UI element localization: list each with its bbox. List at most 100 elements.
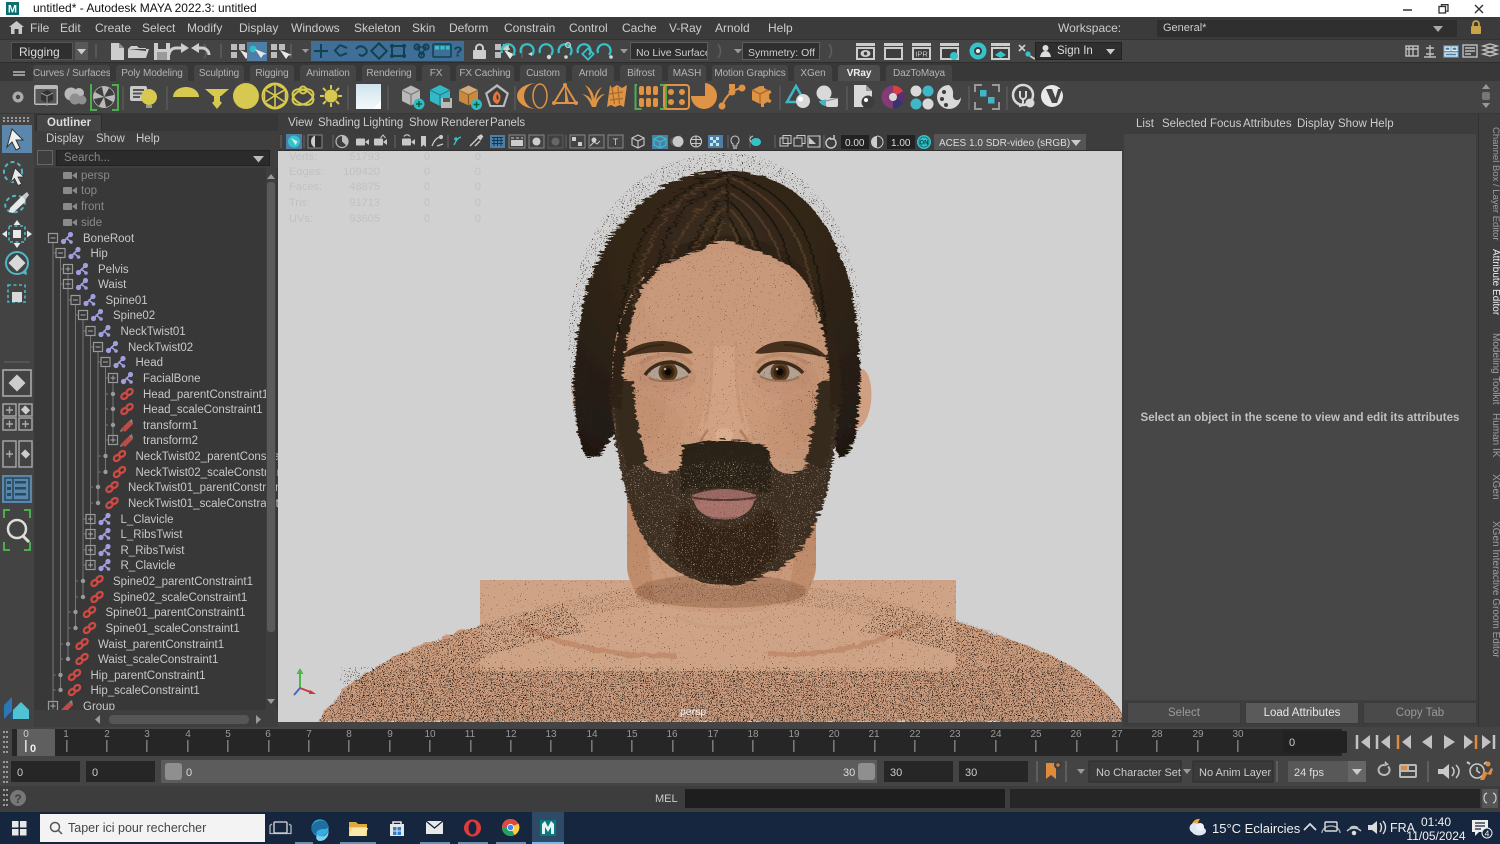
svg-text:26: 26 (1070, 729, 1082, 740)
svg-text:0: 0 (17, 767, 23, 779)
svg-text:24 fps: 24 fps (1294, 767, 1324, 779)
svg-text:IPR: IPR (915, 50, 928, 59)
svg-text:28: 28 (1151, 729, 1163, 740)
svg-text:Spine02: Spine02 (113, 310, 155, 322)
svg-text:0: 0 (92, 767, 98, 779)
svg-text:19: 19 (788, 729, 800, 740)
svg-text:109420: 109420 (343, 166, 380, 178)
svg-text:51793: 51793 (349, 151, 380, 163)
svg-text:15: 15 (626, 729, 638, 740)
svg-text:21: 21 (868, 729, 880, 740)
svg-text:Verts:: Verts: (289, 151, 317, 163)
svg-text:Pelvis: Pelvis (98, 264, 129, 276)
svg-text:0: 0 (30, 743, 36, 755)
svg-text:NeckTwist02_parentConstrai: NeckTwist02_parentConstrai (136, 451, 279, 463)
svg-text:front: front (81, 201, 105, 213)
svg-text:27: 27 (1111, 729, 1123, 740)
svg-text:2: 2 (104, 729, 110, 740)
svg-text:25: 25 (1030, 729, 1042, 740)
svg-text:Head: Head (136, 357, 164, 369)
svg-text:BoneRoot: BoneRoot (83, 233, 135, 245)
svg-text:6: 6 (265, 729, 271, 740)
svg-text:30: 30 (843, 767, 855, 779)
svg-text:0: 0 (424, 213, 430, 225)
svg-text:8: 8 (346, 729, 352, 740)
svg-text:22: 22 (909, 729, 921, 740)
svg-text:9: 9 (387, 729, 393, 740)
svg-text:23: 23 (949, 729, 961, 740)
svg-text:Hip: Hip (91, 248, 108, 260)
svg-text:persp: persp (680, 706, 706, 718)
svg-text:UVs:: UVs: (289, 213, 313, 225)
svg-text:1: 1 (63, 729, 69, 740)
svg-text:L_Clavicle: L_Clavicle (121, 514, 174, 526)
svg-text:NeckTwist01: NeckTwist01 (121, 326, 186, 338)
svg-text:?: ? (14, 792, 21, 806)
svg-text:side: side (81, 217, 102, 229)
svg-text:0: 0 (186, 767, 192, 779)
svg-text:91713: 91713 (349, 197, 380, 209)
svg-text:R_Clavicle: R_Clavicle (121, 560, 176, 572)
svg-text:5: 5 (225, 729, 231, 740)
svg-text:Taper ici pour rechercher: Taper ici pour rechercher (68, 821, 206, 835)
svg-text:Spine02_parentConstraint1: Spine02_parentConstraint1 (113, 576, 253, 588)
svg-text:Faces:: Faces: (289, 181, 322, 193)
svg-text:transform1: transform1 (143, 420, 198, 432)
svg-text:0: 0 (424, 166, 430, 178)
svg-text:Spine01_scaleConstraint1: Spine01_scaleConstraint1 (106, 623, 240, 635)
svg-text:30: 30 (890, 767, 902, 779)
svg-text:0: 0 (475, 151, 481, 163)
svg-text:11: 11 (465, 729, 476, 740)
svg-text:16: 16 (666, 729, 678, 740)
svg-text:NeckTwist02_scaleConstraint: NeckTwist02_scaleConstraint (136, 467, 279, 479)
svg-text:Edges:: Edges: (289, 166, 323, 178)
svg-text:18: 18 (747, 729, 759, 740)
svg-text:0: 0 (1289, 737, 1295, 749)
svg-text:0: 0 (424, 197, 430, 209)
svg-text:top: top (81, 185, 97, 197)
svg-text:transform2: transform2 (143, 435, 198, 447)
svg-text:?: ? (453, 44, 462, 61)
svg-text:01:40: 01:40 (1421, 815, 1451, 829)
svg-text:No Character Set: No Character Set (1096, 767, 1181, 779)
svg-text:Tris:: Tris: (289, 197, 310, 209)
svg-text:Hip_scaleConstraint1: Hip_scaleConstraint1 (91, 685, 200, 697)
svg-text:0: 0 (475, 181, 481, 193)
svg-text:0: 0 (475, 213, 481, 225)
svg-text:0: 0 (475, 197, 481, 209)
svg-text:48875: 48875 (349, 181, 380, 193)
svg-text:3: 3 (144, 729, 150, 740)
svg-text:Spine01: Spine01 (106, 295, 148, 307)
svg-text:persp: persp (81, 170, 110, 182)
svg-text:ON: ON (920, 141, 929, 147)
svg-text:FacialBone: FacialBone (143, 373, 201, 385)
svg-text:24: 24 (990, 729, 1002, 740)
svg-text:14: 14 (586, 729, 598, 740)
svg-text:29: 29 (1192, 729, 1204, 740)
svg-text:Spine02_scaleConstraint1: Spine02_scaleConstraint1 (113, 592, 247, 604)
svg-text:L_RibsTwist: L_RibsTwist (121, 529, 184, 541)
svg-text:Head_parentConstraint1: Head_parentConstraint1 (143, 389, 268, 401)
svg-text:20: 20 (828, 729, 840, 740)
svg-text:Waist_scaleConstraint1: Waist_scaleConstraint1 (98, 654, 218, 666)
svg-text:0: 0 (424, 151, 430, 163)
svg-text:MEL: MEL (655, 793, 678, 805)
svg-text:17: 17 (707, 729, 719, 740)
svg-text:4: 4 (185, 729, 191, 740)
svg-text:ACES 1.0 SDR-video (sRGB): ACES 1.0 SDR-video (sRGB) (939, 138, 1070, 149)
svg-text:M: M (8, 4, 17, 16)
svg-text:13: 13 (545, 729, 557, 740)
svg-text:Hip_parentConstraint1: Hip_parentConstraint1 (91, 670, 206, 682)
svg-text:Waist: Waist (98, 279, 127, 291)
svg-text:30: 30 (965, 767, 977, 779)
svg-text:15°C Eclaircies: 15°C Eclaircies (1212, 821, 1301, 836)
svg-text:NeckTwist02: NeckTwist02 (128, 342, 193, 354)
svg-text:11/05/2024: 11/05/2024 (1406, 829, 1465, 843)
svg-text:NeckTwist01_parentConstraint: NeckTwist01_parentConstraint (128, 482, 278, 494)
svg-text:0.00: 0.00 (845, 138, 865, 149)
svg-text:1.00: 1.00 (891, 138, 911, 149)
svg-text:T: T (613, 137, 619, 147)
svg-text:0: 0 (424, 181, 430, 193)
svg-text:7: 7 (306, 729, 312, 740)
svg-text:Spine01_parentConstraint1: Spine01_parentConstraint1 (106, 607, 246, 619)
